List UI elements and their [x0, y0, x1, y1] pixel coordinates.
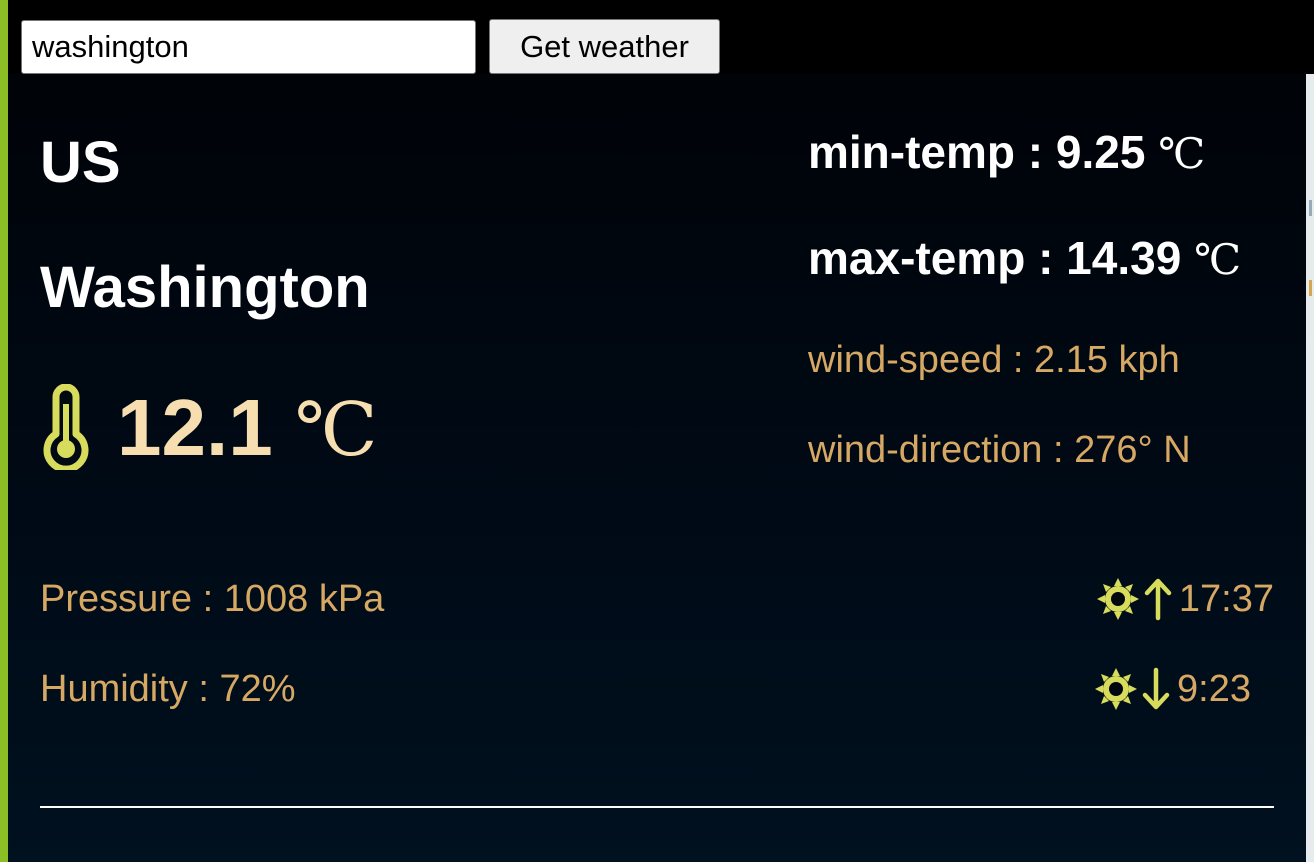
app-frame: Get weather US Washington 12.1℃ min-temp…: [0, 0, 1314, 862]
arrow-down-icon: [1142, 667, 1170, 710]
city-search-input[interactable]: [21, 20, 476, 74]
sunrise-time: 17:37: [1178, 578, 1274, 620]
min-temp-unit: ℃: [1158, 129, 1206, 178]
wind-direction: wind-direction : 276° N: [808, 429, 1191, 471]
arrow-up-icon: [1144, 578, 1172, 621]
max-temperature: max-temp : 14.39 ℃: [808, 230, 1241, 288]
thermometer-icon: [43, 384, 89, 470]
current-temperature: 12.1 ℃: [117, 380, 377, 478]
sun-icon: [1096, 578, 1139, 620]
page-edge: [1306, 74, 1314, 862]
wind-speed: wind-speed : 2.15 kph: [808, 339, 1180, 381]
get-weather-button[interactable]: Get weather: [489, 19, 720, 74]
humidity: Humidity : 72%: [40, 668, 296, 710]
page-edge-mark: [1309, 280, 1312, 296]
page-edge-mark: [1309, 200, 1312, 216]
current-temperature-value: 12.1: [117, 383, 273, 472]
max-temp-label: max-temp : 14.39: [808, 232, 1182, 284]
left-accent-bar: [0, 0, 8, 862]
pressure: Pressure : 1008 kPa: [40, 578, 385, 620]
country-code: US: [40, 130, 121, 195]
min-temp-label: min-temp : 9.25: [808, 126, 1146, 178]
sunset-time: 9:23: [1177, 668, 1251, 710]
min-temperature: min-temp : 9.25 ℃: [808, 124, 1205, 182]
section-divider: [40, 806, 1274, 808]
max-temp-unit: ℃: [1194, 235, 1242, 284]
sun-icon: [1095, 668, 1138, 710]
temperature-unit: ℃: [294, 387, 378, 473]
city-name: Washington: [40, 255, 370, 320]
sunrise-row: 17:37: [1095, 576, 1274, 622]
sunset-row: 9:23: [1093, 666, 1251, 712]
